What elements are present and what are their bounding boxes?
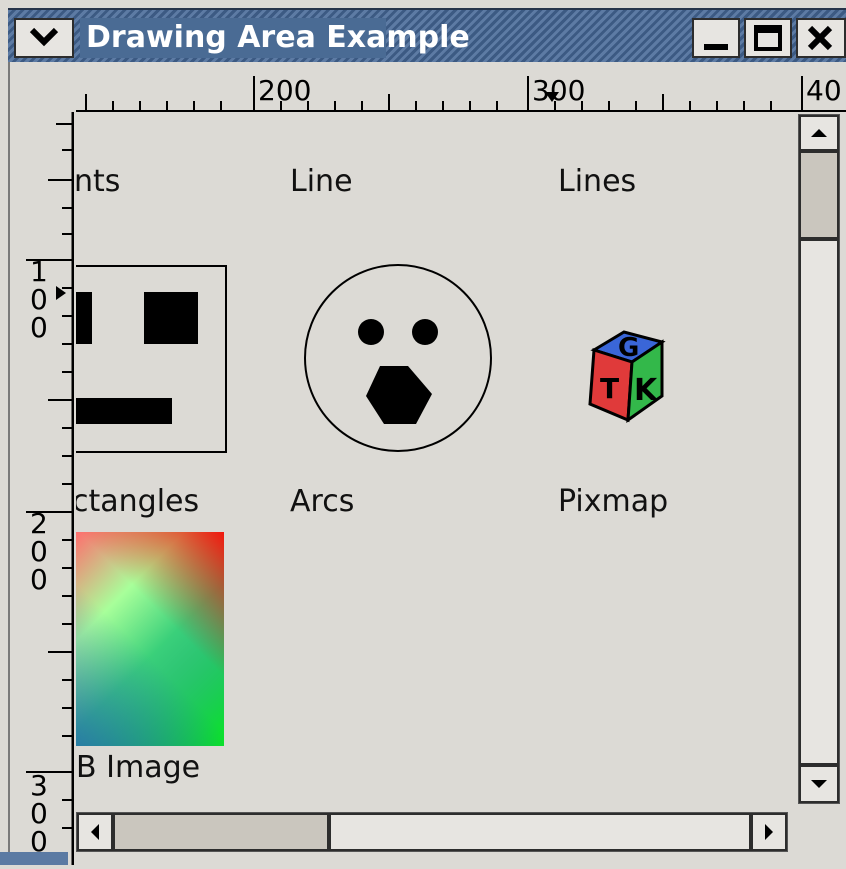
- vertical-scroll-thumb[interactable]: [799, 151, 839, 239]
- label-arcs: Arcs: [290, 484, 355, 519]
- rgb-gradient-overlay: [76, 532, 224, 746]
- close-button[interactable]: [796, 18, 846, 58]
- maximize-icon: [754, 25, 782, 51]
- arrow-left-icon: [91, 824, 99, 840]
- arrow-down-icon: [811, 780, 827, 788]
- horizontal-ruler-ticks: [76, 76, 846, 112]
- vertical-scrollbar[interactable]: [798, 114, 840, 804]
- label-line: Line: [290, 164, 353, 199]
- rectangles-drawing: [76, 265, 227, 453]
- pixmap-letter-left: T: [600, 372, 619, 405]
- scrollbar-corner: [798, 812, 846, 865]
- drawing-area[interactable]: nts Line Lines G T K ctangles Arcs Pixma…: [76, 114, 798, 802]
- maximize-button[interactable]: [744, 18, 792, 58]
- window-title: Drawing Area Example: [86, 20, 470, 55]
- gtk-logo-icon: G T K: [588, 330, 666, 424]
- label-lines: Lines: [558, 164, 637, 199]
- arcs-drawing: [304, 264, 492, 452]
- horizontal-scrollbar[interactable]: [76, 812, 788, 852]
- label-pixmap: Pixmap: [558, 484, 669, 519]
- arrow-up-icon: [811, 129, 827, 137]
- horizontal-scroll-track[interactable]: [329, 813, 751, 851]
- minimize-icon: [704, 44, 728, 50]
- hruler-label-300: 300: [532, 74, 586, 107]
- pixmap-letter-top: G: [618, 333, 639, 363]
- window-menu-button[interactable]: [14, 18, 74, 58]
- vertical-ruler[interactable]: 100 200 300: [22, 112, 75, 865]
- close-icon: [807, 25, 833, 51]
- arrow-right-icon: [765, 824, 773, 840]
- label-points: nts: [76, 164, 121, 199]
- hruler-label-200: 200: [258, 74, 312, 107]
- label-rectangles: ctangles: [76, 484, 200, 519]
- vruler-label-100: 100: [30, 255, 48, 344]
- bottom-frame-edge: [0, 852, 68, 865]
- vertical-ruler-ticks: [26, 112, 75, 865]
- scroll-down-button[interactable]: [799, 765, 839, 803]
- minimize-button[interactable]: [692, 18, 740, 58]
- horizontal-ruler[interactable]: 200 300 40: [76, 72, 846, 112]
- scroll-up-button[interactable]: [799, 115, 839, 151]
- horizontal-scroll-thumb[interactable]: [113, 813, 329, 851]
- scroll-right-button[interactable]: [751, 813, 787, 851]
- pixmap-letter-right: K: [634, 373, 659, 408]
- chevron-down-icon: [29, 27, 59, 47]
- vertical-scroll-track[interactable]: [799, 239, 839, 765]
- hruler-label-400: 40: [806, 74, 842, 107]
- scroll-left-button[interactable]: [77, 813, 113, 851]
- label-rgb-image: B Image: [76, 750, 201, 785]
- vruler-label-200: 200: [30, 507, 48, 596]
